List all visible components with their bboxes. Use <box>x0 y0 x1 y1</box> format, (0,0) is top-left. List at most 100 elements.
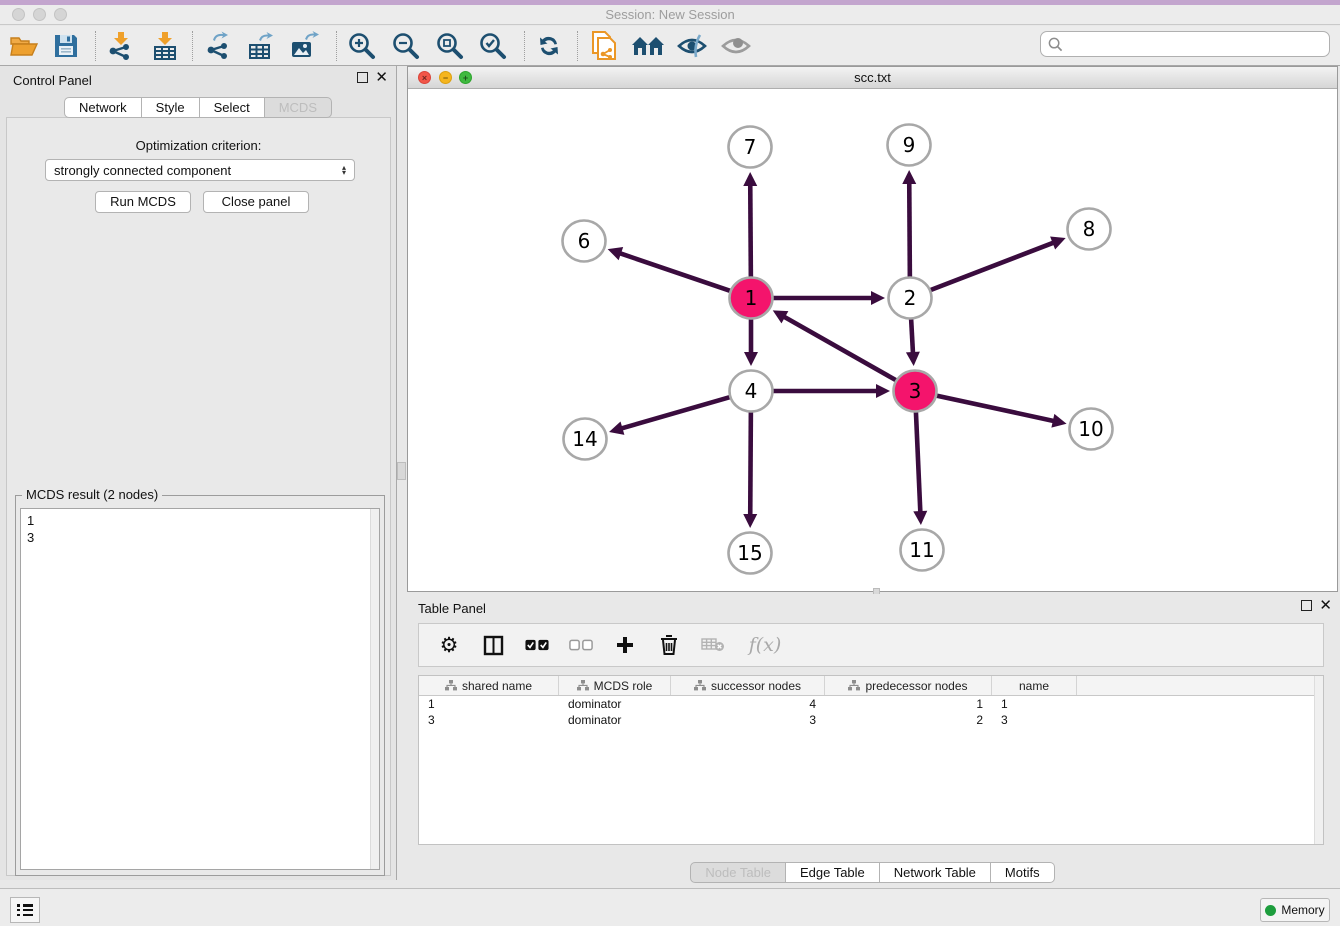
graph-edge-2-3[interactable] <box>906 317 920 366</box>
delete-column-button[interactable] <box>657 632 681 658</box>
search-field[interactable] <box>1040 31 1330 57</box>
zoom-out-icon <box>391 31 421 61</box>
tab-motifs[interactable]: Motifs <box>991 862 1055 883</box>
table-cell[interactable]: dominator <box>559 696 671 712</box>
table-cell[interactable]: 1 <box>992 696 1077 712</box>
zoom-out-button[interactable] <box>388 29 424 63</box>
table-cell[interactable]: 3 <box>419 712 559 728</box>
delete-table-button[interactable] <box>701 632 725 658</box>
panel-divider-handle[interactable] <box>397 462 406 480</box>
graph-node-3[interactable]: 3 <box>894 371 937 412</box>
graph-node-15[interactable]: 15 <box>729 533 772 574</box>
graph-edge-4-3[interactable] <box>770 384 890 398</box>
search-input[interactable] <box>1067 34 1329 54</box>
zoom-in-button[interactable] <box>344 29 380 63</box>
import-network-icon <box>105 31 135 61</box>
graph-node-4[interactable]: 4 <box>730 371 773 412</box>
save-session-button[interactable] <box>48 29 84 63</box>
toolbar-separator <box>524 31 525 61</box>
float-table-panel-icon[interactable] <box>1301 600 1312 611</box>
column-header-name[interactable]: name <box>992 676 1077 695</box>
graph-node-1[interactable]: 1 <box>730 278 773 319</box>
export-image-icon <box>289 31 321 61</box>
result-scrollbar[interactable] <box>370 509 379 869</box>
graph-edge-1-6[interactable] <box>608 247 733 292</box>
tab-network[interactable]: Network <box>64 97 142 118</box>
open-session-button[interactable] <box>6 29 42 63</box>
hide-panels-button[interactable] <box>674 29 710 63</box>
run-mcds-button[interactable]: Run MCDS <box>95 191 191 213</box>
column-header-predecessor-nodes[interactable]: predecessor nodes <box>825 676 992 695</box>
graph-edge-2-8[interactable] <box>928 236 1066 291</box>
graph-node-14[interactable]: 14 <box>564 419 607 460</box>
close-table-panel-icon[interactable]: ✕ <box>1319 600 1332 611</box>
select-all-checkboxes-button[interactable] <box>525 632 549 658</box>
tab-mcds[interactable]: MCDS <box>265 97 332 118</box>
optimization-criterion-select[interactable]: strongly connected component ▴▾ <box>45 159 355 181</box>
tab-edge-table[interactable]: Edge Table <box>786 862 880 883</box>
network-graph[interactable]: 7 9 6 8 1 2 4 3 14 10 15 11 <box>408 89 1337 591</box>
apply-layout-button[interactable] <box>531 29 567 63</box>
graph-node-9[interactable]: 9 <box>888 125 931 166</box>
table-cell[interactable]: 1 <box>419 696 559 712</box>
show-eye-button[interactable] <box>718 29 754 63</box>
export-image-button[interactable] <box>287 29 323 63</box>
task-history-button[interactable] <box>10 897 40 923</box>
import-network-button[interactable] <box>102 29 138 63</box>
graph-edge-3-1[interactable] <box>773 310 899 381</box>
table-cell[interactable]: dominator <box>559 712 671 728</box>
graph-edge-3-10[interactable] <box>934 395 1067 428</box>
selected-criterion: strongly connected component <box>54 163 342 178</box>
table-row[interactable]: 1dominator411 <box>419 696 1323 712</box>
close-panel-button[interactable]: Close panel <box>203 191 309 213</box>
export-network-icon <box>203 31 233 61</box>
column-header-MCDS-role[interactable]: MCDS role <box>559 676 671 695</box>
toolbar-separator <box>577 31 578 61</box>
control-panel-header: Control Panel ✕ <box>0 66 396 96</box>
zoom-selected-button[interactable] <box>475 29 511 63</box>
graph-edge-1-2[interactable] <box>770 291 885 305</box>
graph-node-10[interactable]: 10 <box>1070 409 1113 450</box>
new-network-button[interactable] <box>586 29 622 63</box>
graph-edge-1-4[interactable] <box>744 317 758 366</box>
export-network-button[interactable] <box>200 29 236 63</box>
plus-icon <box>615 635 635 655</box>
mcds-result-textarea[interactable]: 1 3 <box>20 508 380 870</box>
tab-node-table[interactable]: Node Table <box>690 862 786 883</box>
table-settings-button[interactable]: ⚙ <box>437 632 461 658</box>
table-cell[interactable]: 2 <box>825 712 992 728</box>
tab-style[interactable]: Style <box>142 97 200 118</box>
tab-network-table[interactable]: Network Table <box>880 862 991 883</box>
export-table-button[interactable] <box>243 29 279 63</box>
graph-edge-4-15[interactable] <box>743 410 757 528</box>
deselect-all-checkboxes-button[interactable] <box>569 632 593 658</box>
tab-select[interactable]: Select <box>200 97 265 118</box>
table-cell[interactable]: 3 <box>992 712 1077 728</box>
import-table-button[interactable] <box>147 29 183 63</box>
table-cell[interactable]: 1 <box>825 696 992 712</box>
column-header-successor-nodes[interactable]: successor nodes <box>671 676 825 695</box>
graph-edge-4-14[interactable] <box>609 396 733 435</box>
close-panel-icon[interactable]: ✕ <box>375 72 388 83</box>
table-scrollbar[interactable] <box>1314 676 1324 844</box>
graph-node-2[interactable]: 2 <box>889 278 932 319</box>
graph-node-7[interactable]: 7 <box>729 127 772 168</box>
add-column-button[interactable] <box>613 632 637 658</box>
table-cell[interactable]: 4 <box>671 696 825 712</box>
memory-button[interactable]: Memory <box>1260 898 1330 922</box>
trash-icon <box>659 634 679 656</box>
column-header-shared-name[interactable]: shared name <box>419 676 559 695</box>
function-builder-button[interactable]: f(x) <box>745 632 785 658</box>
float-panel-icon[interactable] <box>357 72 368 83</box>
graph-edge-1-7[interactable] <box>743 172 757 279</box>
graph-edge-2-9[interactable] <box>902 170 916 279</box>
zoom-fit-button[interactable] <box>432 29 468 63</box>
graph-edge-3-11[interactable] <box>913 410 927 525</box>
graph-node-8[interactable]: 8 <box>1068 209 1111 250</box>
graph-node-6[interactable]: 6 <box>563 221 606 262</box>
table-row[interactable]: 3dominator323 <box>419 712 1323 728</box>
graph-node-11[interactable]: 11 <box>901 530 944 571</box>
table-cell[interactable]: 3 <box>671 712 825 728</box>
home-button[interactable] <box>630 29 666 63</box>
split-columns-button[interactable] <box>481 632 505 658</box>
